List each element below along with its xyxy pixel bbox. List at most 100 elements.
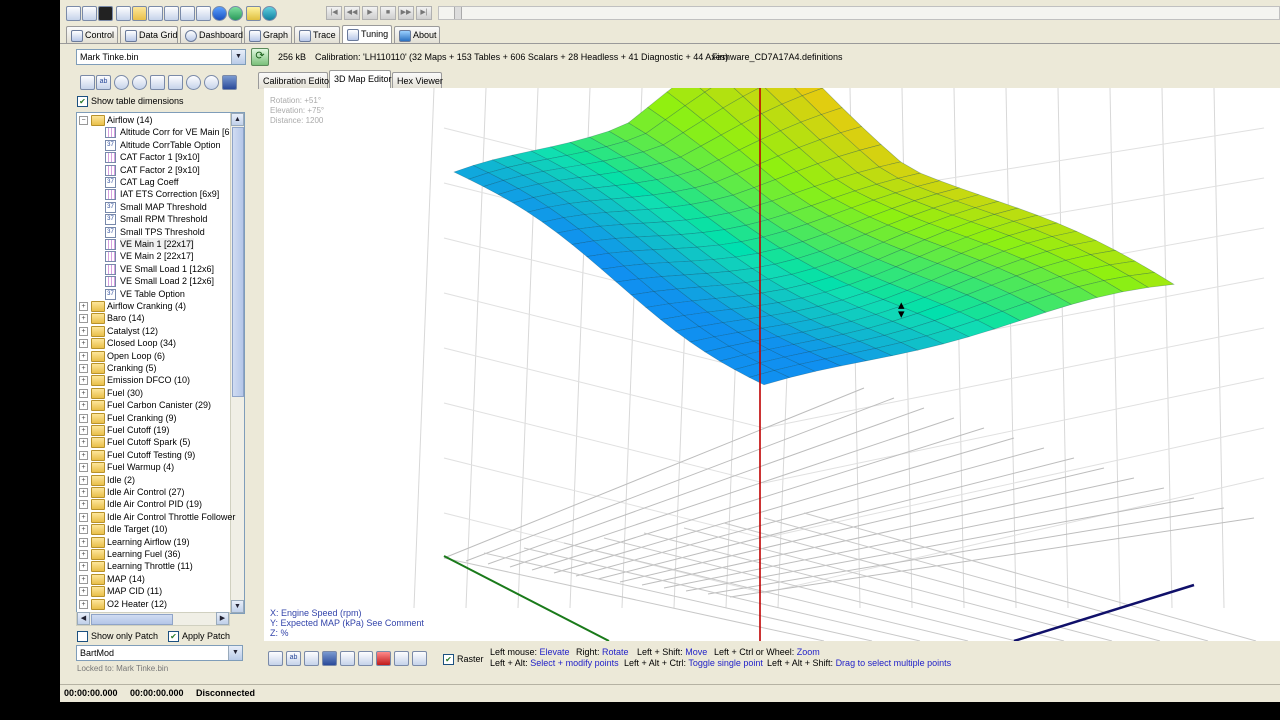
text-icon[interactable]: ab <box>96 75 111 90</box>
save-icon[interactable] <box>322 651 337 666</box>
tree-item[interactable]: Altitude Corr for VE Main [6 <box>77 126 230 139</box>
zoom-fit-icon[interactable] <box>412 651 427 666</box>
bluetooth-icon[interactable] <box>212 6 227 21</box>
tree-folder-airflow[interactable]: − Airflow (14) <box>77 114 227 126</box>
tab-graph[interactable]: Graph <box>244 26 292 43</box>
tree-folder[interactable]: + Fuel Cutoff (19) <box>77 424 227 436</box>
tree-folder[interactable]: + O2 Heater (12) <box>77 598 227 610</box>
tree-folder[interactable]: + Fuel Carbon Canister (29) <box>77 399 227 412</box>
stop-icon[interactable]: ■ <box>380 6 396 20</box>
pencil-icon[interactable] <box>394 651 409 666</box>
expand-icon[interactable]: + <box>79 426 88 435</box>
expand-icon[interactable]: + <box>79 475 88 485</box>
tree-folder[interactable]: + Learning Fuel (36) <box>77 548 227 560</box>
skip-start-icon[interactable]: |◀ <box>326 6 342 20</box>
chevron-down-icon[interactable]: ▼ <box>231 50 245 64</box>
scroll-thumb[interactable] <box>232 127 244 397</box>
scroll-up-icon[interactable]: ▲ <box>231 113 244 126</box>
expand-icon[interactable]: + <box>79 488 88 497</box>
globe-icon[interactable] <box>228 6 243 21</box>
tree-folder[interactable]: + Idle Air Control (27) <box>77 486 227 498</box>
usb-icon[interactable] <box>196 6 211 21</box>
tree-folder[interactable]: + Cranking (5) <box>77 362 227 374</box>
grid-icon[interactable] <box>116 6 131 21</box>
tab-calibration-editor[interactable]: Calibration Editor <box>258 72 332 89</box>
3d-map-viewport[interactable]: Rotation: +51° Elevation: +75° Distance:… <box>264 88 1280 641</box>
expand-icon[interactable]: + <box>79 599 88 609</box>
folder-open-icon[interactable] <box>132 6 147 21</box>
tree-item[interactable]: VE Main 1 [22x17] <box>77 238 227 250</box>
tree-folder[interactable]: + Fuel Cutoff Spark (5) <box>77 436 227 449</box>
expand-icon[interactable]: + <box>79 438 88 448</box>
file-select[interactable]: Mark Tinke.bin ▼ <box>76 49 246 65</box>
expand-icon[interactable]: + <box>79 326 88 336</box>
expand-icon[interactable]: + <box>79 450 88 460</box>
tree-folder[interactable]: + Fuel Cutoff Testing (9) <box>77 449 227 461</box>
tree-item[interactable]: VE Small Load 1 [12x6] <box>77 263 227 275</box>
show-dimensions-checkbox[interactable]: ✔ <box>77 96 88 107</box>
sort-icon[interactable] <box>150 75 165 90</box>
play-icon[interactable]: ▶ <box>362 6 378 20</box>
text-icon[interactable]: ab <box>286 651 301 666</box>
scroll-down-icon[interactable]: ▼ <box>231 600 244 613</box>
copy-icon[interactable] <box>164 6 179 21</box>
tab-dashboard[interactable]: Dashboard <box>180 26 243 43</box>
tree-folder[interactable]: + Open Loop (6) <box>77 350 227 362</box>
tree-item[interactable]: 37 Small TPS Threshold <box>77 226 227 238</box>
expand-icon[interactable]: + <box>79 388 88 398</box>
expand-icon[interactable]: + <box>79 364 88 373</box>
3d-surface-plot[interactable] <box>264 88 1280 641</box>
expand-icon[interactable]: + <box>79 339 88 349</box>
scroll-left-icon[interactable]: ◀ <box>77 612 90 625</box>
terminal-icon[interactable] <box>98 6 113 21</box>
tab-tuning[interactable]: Tuning <box>342 25 392 44</box>
scroll-right-icon[interactable]: ▶ <box>216 612 229 625</box>
tab-data-grid[interactable]: Data Grid <box>120 26 178 43</box>
chart-icon[interactable] <box>180 6 195 21</box>
tree-item[interactable]: IAT ETS Correction [6x9] <box>77 188 227 201</box>
expand-icon[interactable]: + <box>79 525 88 535</box>
tree-item[interactable]: CAT Factor 1 [9x10] <box>77 151 227 164</box>
refresh-icon[interactable]: ⟳ <box>251 48 269 66</box>
print-icon[interactable] <box>268 651 283 666</box>
tree-folder[interactable]: + Learning Airflow (19) <box>77 536 227 548</box>
show-only-patch-checkbox[interactable] <box>77 631 88 642</box>
collapse-icon[interactable]: − <box>79 116 88 125</box>
expand-icon[interactable]: + <box>79 351 88 361</box>
expand-icon[interactable]: + <box>79 413 88 423</box>
tree-item[interactable]: 37 Altitude CorrTable Option <box>77 139 227 151</box>
expand-icon[interactable]: + <box>79 550 88 559</box>
expand-icon[interactable]: + <box>79 314 88 324</box>
wrench-icon[interactable] <box>66 6 81 21</box>
tree-folder[interactable]: + Airflow Cranking (4) <box>77 300 227 312</box>
expand-icon[interactable]: + <box>79 537 88 547</box>
search-icon[interactable] <box>168 75 183 90</box>
save-icon[interactable] <box>222 75 237 90</box>
patch-select[interactable]: BartMod ▼ <box>76 645 243 661</box>
expand-icon[interactable]: + <box>79 463 88 473</box>
tab-control[interactable]: Control <box>66 26 118 43</box>
magic-wand-icon[interactable] <box>82 6 97 21</box>
tree-folder[interactable]: + Fuel (30) <box>77 387 227 399</box>
help-icon[interactable] <box>246 6 261 21</box>
import-icon[interactable] <box>340 651 355 666</box>
tree-folder[interactable]: + Fuel Warmup (4) <box>77 461 227 474</box>
tree-folder[interactable]: + Learning Throttle (11) <box>77 560 227 573</box>
tab-3d-map-editor[interactable]: 3D Map Editor <box>329 70 392 89</box>
up-circle-icon[interactable] <box>132 75 147 90</box>
tab-about[interactable]: About <box>394 26 440 43</box>
tree-folder[interactable]: + Idle Air Control Throttle Follower <box>77 511 235 523</box>
slider-thumb[interactable] <box>454 7 462 19</box>
progress-slider[interactable] <box>438 6 1280 20</box>
back-circle-icon[interactable] <box>186 75 201 90</box>
tree-item[interactable]: VE Small Load 2 [12x6] <box>77 275 227 288</box>
forward-circle-icon[interactable] <box>204 75 219 90</box>
skip-end-icon[interactable]: ▶| <box>416 6 432 20</box>
tree-item[interactable]: CAT Factor 2 [9x10] <box>77 164 227 176</box>
expand-icon[interactable]: + <box>79 574 88 584</box>
tree-folder[interactable]: + Fuel Cranking (9) <box>77 412 227 424</box>
apply-patch-checkbox[interactable]: ✔ <box>168 631 179 642</box>
target-icon[interactable] <box>114 75 129 90</box>
tree-folder[interactable]: + MAP CID (11) <box>77 585 227 598</box>
tree-scrollbar[interactable]: ▲ ▼ <box>230 113 244 613</box>
